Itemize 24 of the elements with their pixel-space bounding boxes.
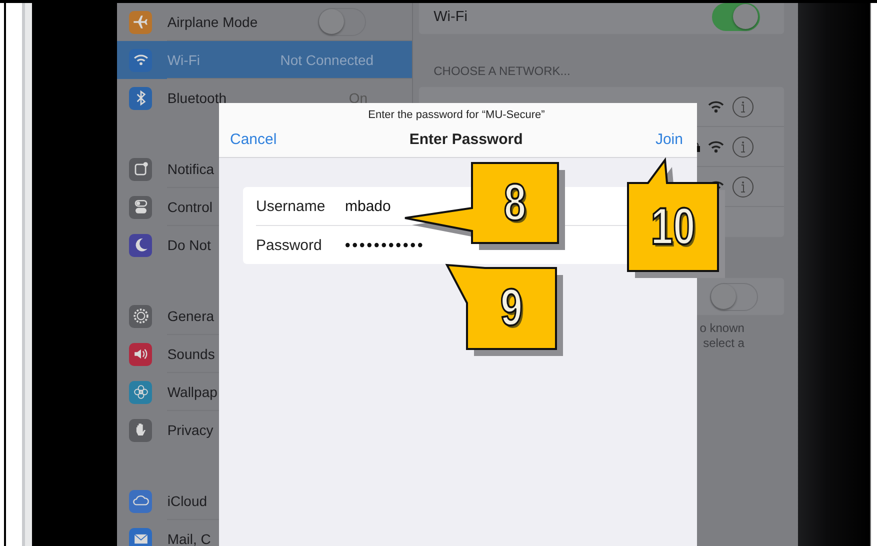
footer-text: select a [702,336,744,351]
section-header: CHOOSE A NETWORK... [434,64,572,78]
callout-number: 9 [500,279,523,338]
footer-text: o known [698,321,744,336]
item-label: Notifica [167,160,214,176]
wifi-label: Wi-Fi [434,9,468,25]
field-label: Password [256,236,323,254]
item-label: Privacy [167,422,214,438]
item-label: Wallpap [167,384,218,400]
dialog-subtitle: Enter the password for “MU-Secure” [367,109,546,121]
field-label: Username [256,198,326,214]
item-label: iCloud [167,492,208,508]
item-label: Bluetooth [167,90,227,106]
item-label: Wi-Fi [167,52,200,68]
dialog-title: Enter Password [408,131,524,148]
item-label: Do Not [167,237,211,253]
item-label: Control [167,198,212,214]
callout-number: 8 [504,174,526,232]
callout-number: 10 [650,198,696,256]
item-label: Mail, C [167,531,211,546]
item-label: Sounds [167,346,215,362]
item-detail: Not Connected [280,52,374,68]
item-label: Airplane Mode [167,14,258,30]
item-label: Genera [167,308,214,324]
